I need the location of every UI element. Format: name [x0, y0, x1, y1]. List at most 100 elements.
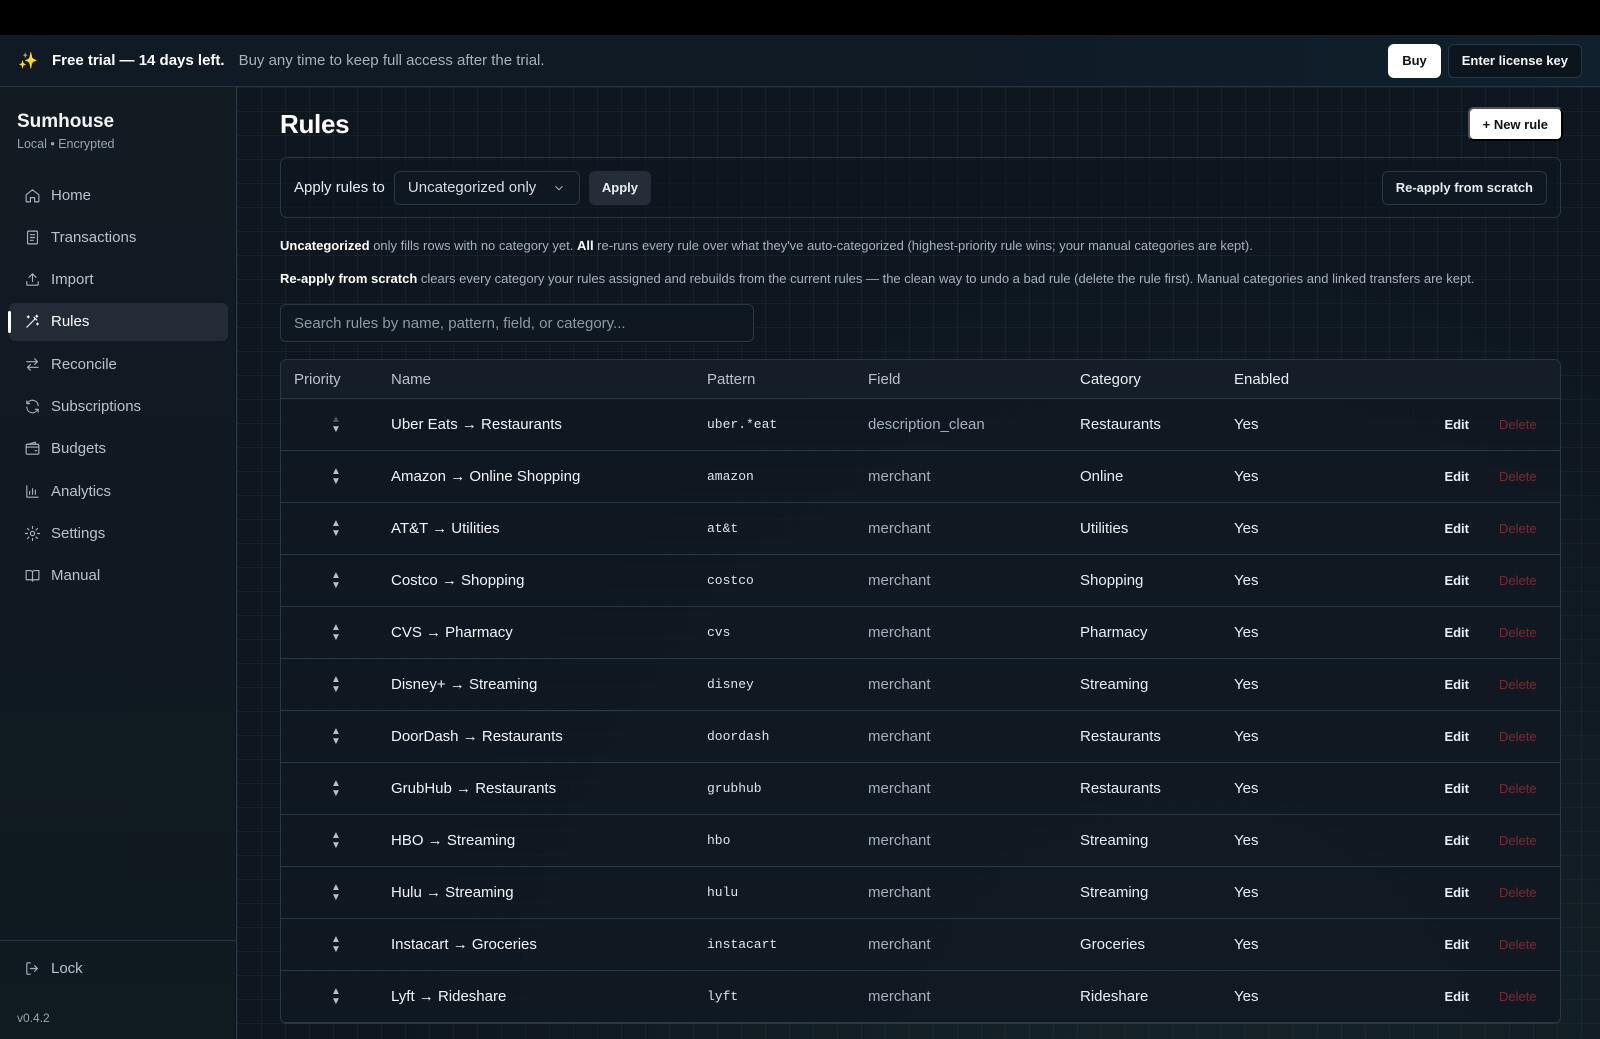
- move-down-icon[interactable]: ▼: [331, 580, 341, 591]
- apply-scope-select[interactable]: Uncategorized only: [393, 170, 580, 205]
- header-category[interactable]: Category: [1080, 371, 1234, 388]
- edit-button[interactable]: Edit: [1414, 781, 1469, 796]
- rule-enabled: Yes: [1234, 468, 1259, 485]
- upload-icon: [22, 270, 42, 290]
- header-priority[interactable]: Priority: [281, 371, 391, 388]
- lock-button[interactable]: Lock: [9, 949, 228, 987]
- priority-arrows: ▲ ▼: [281, 414, 391, 435]
- move-down-icon[interactable]: ▼: [331, 996, 341, 1007]
- rule-category: Restaurants: [1080, 728, 1161, 745]
- table-row: ▲ ▼ Costco → Shopping costco merchant Shoppin…: [281, 555, 1560, 607]
- header-field[interactable]: Field: [868, 371, 1080, 388]
- move-up-icon[interactable]: ▲: [331, 622, 341, 633]
- move-up-icon[interactable]: ▲: [331, 674, 341, 685]
- logout-icon: [22, 958, 42, 978]
- sidebar-item-transactions[interactable]: Transactions: [9, 218, 228, 256]
- edit-button[interactable]: Edit: [1414, 469, 1469, 484]
- edit-button[interactable]: Edit: [1414, 937, 1469, 952]
- sidebar-item-subscriptions[interactable]: Subscriptions: [9, 387, 228, 425]
- sidebar-item-settings[interactable]: Settings: [9, 514, 228, 552]
- sidebar-item-label: Settings: [51, 524, 106, 542]
- delete-button[interactable]: Delete: [1469, 781, 1559, 796]
- delete-button[interactable]: Delete: [1469, 573, 1559, 588]
- delete-button[interactable]: Delete: [1469, 677, 1559, 692]
- move-down-icon[interactable]: ▼: [331, 840, 341, 851]
- move-up-icon[interactable]: ▲: [331, 934, 341, 945]
- apply-button[interactable]: Apply: [588, 170, 652, 205]
- delete-button[interactable]: Delete: [1469, 469, 1559, 484]
- edit-button[interactable]: Edit: [1414, 833, 1469, 848]
- move-up-icon[interactable]: ▲: [331, 518, 341, 529]
- rule-field: merchant: [868, 728, 931, 745]
- reapply-from-scratch-button[interactable]: Re-apply from scratch: [1381, 170, 1547, 205]
- move-down-icon[interactable]: ▼: [331, 788, 341, 799]
- table-row: ▲ ▼ Hulu → Streaming hulu merchant Streaming Y…: [281, 867, 1560, 919]
- move-down-icon[interactable]: ▼: [331, 528, 341, 539]
- priority-arrows: ▲ ▼: [281, 830, 391, 851]
- rule-category: Shopping: [1080, 572, 1144, 589]
- move-up-icon[interactable]: ▲: [331, 778, 341, 789]
- enter-license-key-button[interactable]: Enter license key: [1447, 43, 1582, 78]
- sidebar-item-budgets[interactable]: Budgets: [9, 430, 228, 468]
- sidebar-item-manual[interactable]: Manual: [9, 557, 228, 595]
- delete-button[interactable]: Delete: [1469, 937, 1559, 952]
- delete-button[interactable]: Delete: [1469, 729, 1559, 744]
- rule-name: DoorDash → Restaurants: [391, 728, 563, 745]
- edit-button[interactable]: Edit: [1414, 989, 1469, 1004]
- sidebar-item-label: Analytics: [51, 482, 112, 500]
- rule-enabled: Yes: [1234, 884, 1259, 901]
- delete-button[interactable]: Delete: [1469, 833, 1559, 848]
- edit-button[interactable]: Edit: [1414, 625, 1469, 640]
- move-down-icon[interactable]: ▼: [331, 684, 341, 695]
- rule-enabled: Yes: [1234, 676, 1259, 693]
- move-up-icon[interactable]: ▲: [331, 726, 341, 737]
- buy-button[interactable]: Buy: [1388, 43, 1441, 78]
- edit-button[interactable]: Edit: [1414, 573, 1469, 588]
- move-down-icon[interactable]: ▼: [331, 944, 341, 955]
- table-row: ▲ ▼ Amazon → Online Shopping amazon merchant…: [281, 451, 1560, 503]
- move-up-icon[interactable]: ▲: [331, 986, 341, 997]
- brand-subtitle: Local • Encrypted: [17, 137, 115, 151]
- delete-button[interactable]: Delete: [1469, 885, 1559, 900]
- move-down-icon[interactable]: ▼: [331, 736, 341, 747]
- table-body: ▲ ▼ Uber Eats → Restaurants uber.*eat descri…: [281, 399, 1560, 1023]
- edit-button[interactable]: Edit: [1414, 417, 1469, 432]
- move-up-icon[interactable]: ▲: [331, 466, 341, 477]
- delete-button[interactable]: Delete: [1469, 989, 1559, 1004]
- home-icon: [22, 185, 42, 205]
- rule-name: HBO → Streaming: [391, 832, 516, 849]
- move-up-icon[interactable]: ▲: [331, 830, 341, 841]
- move-down-icon[interactable]: ▼: [331, 632, 341, 643]
- sidebar-item-analytics[interactable]: Analytics: [9, 472, 228, 510]
- priority-arrows: ▲ ▼: [281, 726, 391, 747]
- move-up-icon[interactable]: ▲: [331, 414, 341, 425]
- search-input[interactable]: [280, 304, 754, 342]
- sidebar-item-rules[interactable]: Rules: [8, 302, 228, 341]
- sidebar-item-reconcile[interactable]: Reconcile: [9, 345, 228, 383]
- table-row: ▲ ▼ DoorDash → Restaurants doordash merchant…: [281, 711, 1560, 763]
- edit-button[interactable]: Edit: [1414, 885, 1469, 900]
- move-down-icon[interactable]: ▼: [331, 476, 341, 487]
- delete-button[interactable]: Delete: [1469, 625, 1559, 640]
- rule-pattern: lyft: [707, 989, 739, 1004]
- delete-button[interactable]: Delete: [1469, 417, 1559, 432]
- header-name[interactable]: Name: [391, 371, 707, 388]
- edit-button[interactable]: Edit: [1414, 729, 1469, 744]
- sidebar-nav: Home Transactions Import Rules Reconcile…: [8, 176, 228, 599]
- sidebar-item-import[interactable]: Import: [9, 261, 228, 299]
- priority-arrows: ▲ ▼: [281, 882, 391, 903]
- sparkle-icon: ✨: [18, 52, 38, 70]
- sidebar-item-home[interactable]: Home: [9, 176, 228, 214]
- book-icon: [22, 566, 42, 586]
- priority-arrows: ▲ ▼: [281, 570, 391, 591]
- header-pattern[interactable]: Pattern: [707, 371, 868, 388]
- delete-button[interactable]: Delete: [1469, 521, 1559, 536]
- edit-button[interactable]: Edit: [1414, 677, 1469, 692]
- move-down-icon[interactable]: ▼: [331, 424, 341, 435]
- header-enabled[interactable]: Enabled: [1234, 371, 1414, 388]
- move-up-icon[interactable]: ▲: [331, 882, 341, 893]
- new-rule-button[interactable]: + New rule: [1467, 107, 1563, 141]
- move-down-icon[interactable]: ▼: [331, 892, 341, 903]
- move-up-icon[interactable]: ▲: [331, 570, 341, 581]
- edit-button[interactable]: Edit: [1414, 521, 1469, 536]
